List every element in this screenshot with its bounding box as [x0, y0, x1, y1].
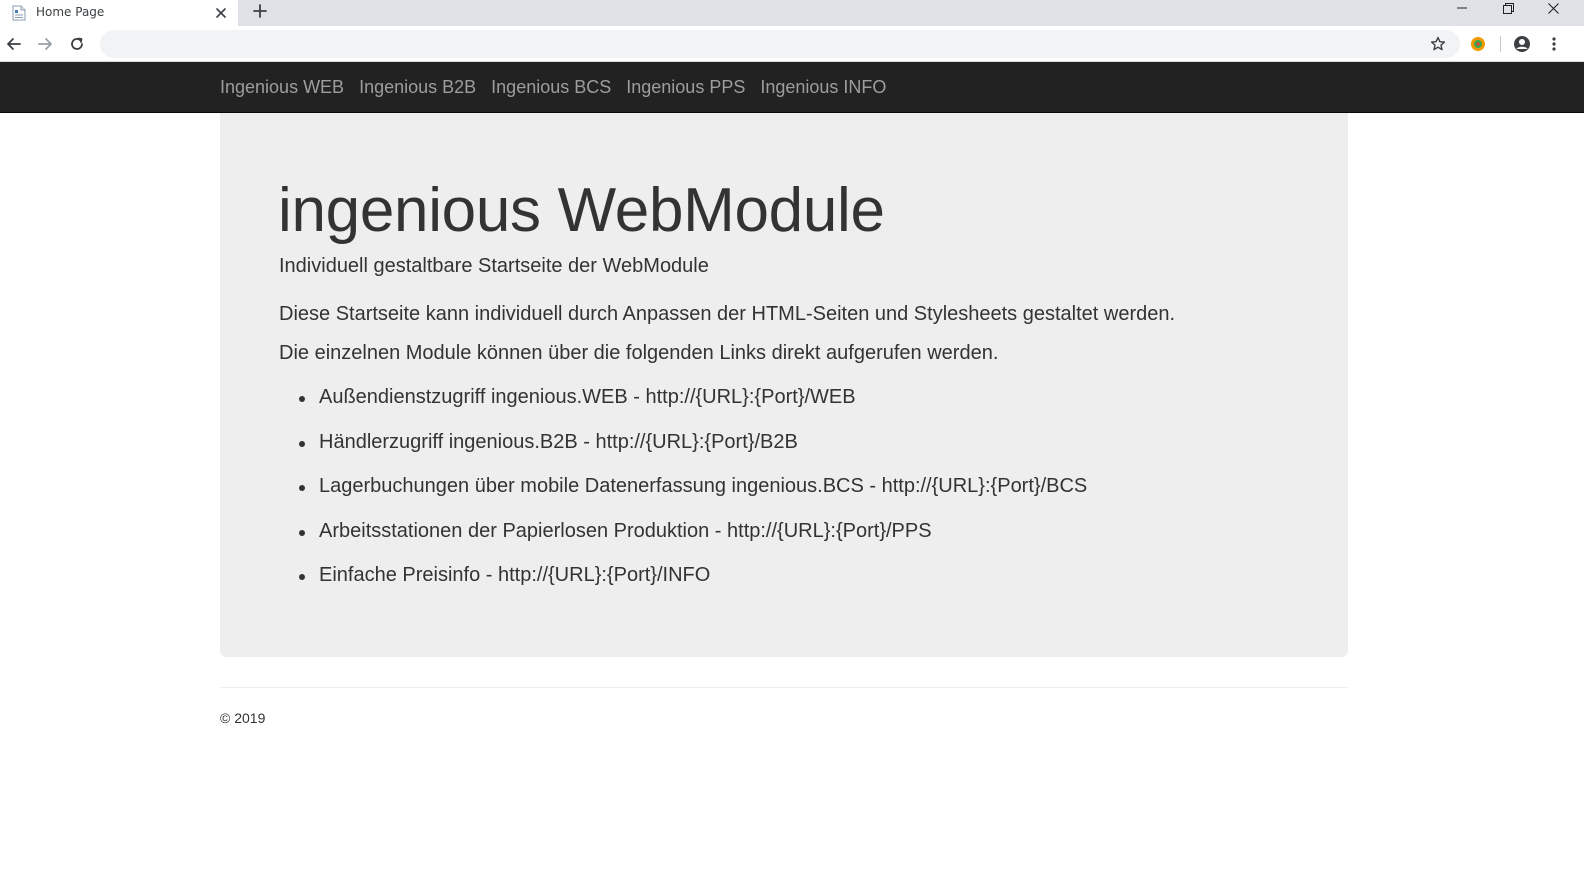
module-text: Einfache Preisinfo - http://{URL}:{Port}…	[319, 564, 711, 586]
nav-link-bcs[interactable]: Ingenious BCS	[491, 77, 611, 98]
module-text: Händlerzugriff ingenious.B2B - http://{U…	[319, 430, 798, 453]
nav-link-pps[interactable]: Ingenious PPS	[626, 77, 745, 98]
star-icon[interactable]	[1428, 34, 1448, 54]
extension-icon[interactable]	[1468, 34, 1488, 54]
site-navbar: Ingenious WEB Ingenious B2B Ingenious BC…	[0, 62, 1584, 113]
nav-link-web[interactable]: Ingenious WEB	[220, 77, 344, 98]
page-icon	[12, 5, 26, 21]
reload-icon[interactable]	[67, 34, 87, 54]
footer-copyright: © 2019	[220, 710, 266, 726]
account-icon[interactable]	[1512, 34, 1532, 54]
restore-icon[interactable]	[1492, 0, 1524, 16]
module-text: Lagerbuchungen über mobile Datenerfassun…	[319, 475, 1088, 497]
close-icon[interactable]	[212, 4, 230, 22]
browser-tab-strip: Home Page	[0, 0, 1584, 26]
module-item-b2b: Händlerzugriff ingenious.B2B - http://{U…	[279, 431, 1087, 476]
modules-paragraph: Die einzelnen Module können über die fol…	[279, 342, 999, 364]
module-item-pps: Arbeitsstationen der Papierlosen Produkt…	[279, 520, 1087, 565]
window-close-icon[interactable]	[1537, 0, 1569, 16]
module-item-info: Einfache Preisinfo - http://{URL}:{Port}…	[279, 564, 1087, 609]
module-item-bcs: Lagerbuchungen über mobile Datenerfassun…	[279, 475, 1087, 520]
jumbotron: ingenious WebModule Individuell gestaltb…	[220, 113, 1348, 657]
bullet	[299, 396, 305, 402]
bullet	[299, 440, 305, 447]
nav-link-info[interactable]: Ingenious INFO	[760, 77, 886, 98]
bullet	[299, 485, 305, 491]
page-title: ingenious WebModule	[278, 176, 885, 245]
lead-text: Individuell gestaltbare Startseite der W…	[279, 255, 709, 277]
tab-title: Home Page	[36, 5, 105, 19]
navbar-links: Ingenious WEB Ingenious B2B Ingenious BC…	[220, 62, 901, 113]
module-text: Arbeitsstationen der Papierlosen Produkt…	[319, 519, 932, 542]
bullet	[299, 574, 305, 580]
toolbar-divider	[1500, 36, 1501, 52]
plus-icon[interactable]	[249, 0, 271, 22]
module-list: Außendienstzugriff ingenious.WEB - http:…	[279, 386, 1087, 609]
browser-toolbar	[0, 26, 1584, 62]
nav-link-b2b[interactable]: Ingenious B2B	[359, 77, 476, 98]
module-text: Außendienstzugriff ingenious.WEB - http:…	[319, 386, 856, 408]
arrow-right-icon[interactable]	[35, 34, 55, 54]
browser-tab[interactable]: Home Page	[0, 0, 238, 26]
intro-paragraph: Diese Startseite kann individuell durch …	[279, 303, 1176, 325]
module-item-web: Außendienstzugriff ingenious.WEB - http:…	[279, 386, 1087, 431]
kebab-menu-icon[interactable]	[1544, 34, 1564, 54]
arrow-left-icon[interactable]	[4, 34, 24, 54]
minimize-icon[interactable]	[1446, 0, 1478, 16]
footer-divider	[220, 687, 1348, 688]
address-bar[interactable]	[100, 30, 1460, 58]
bullet	[299, 529, 305, 536]
